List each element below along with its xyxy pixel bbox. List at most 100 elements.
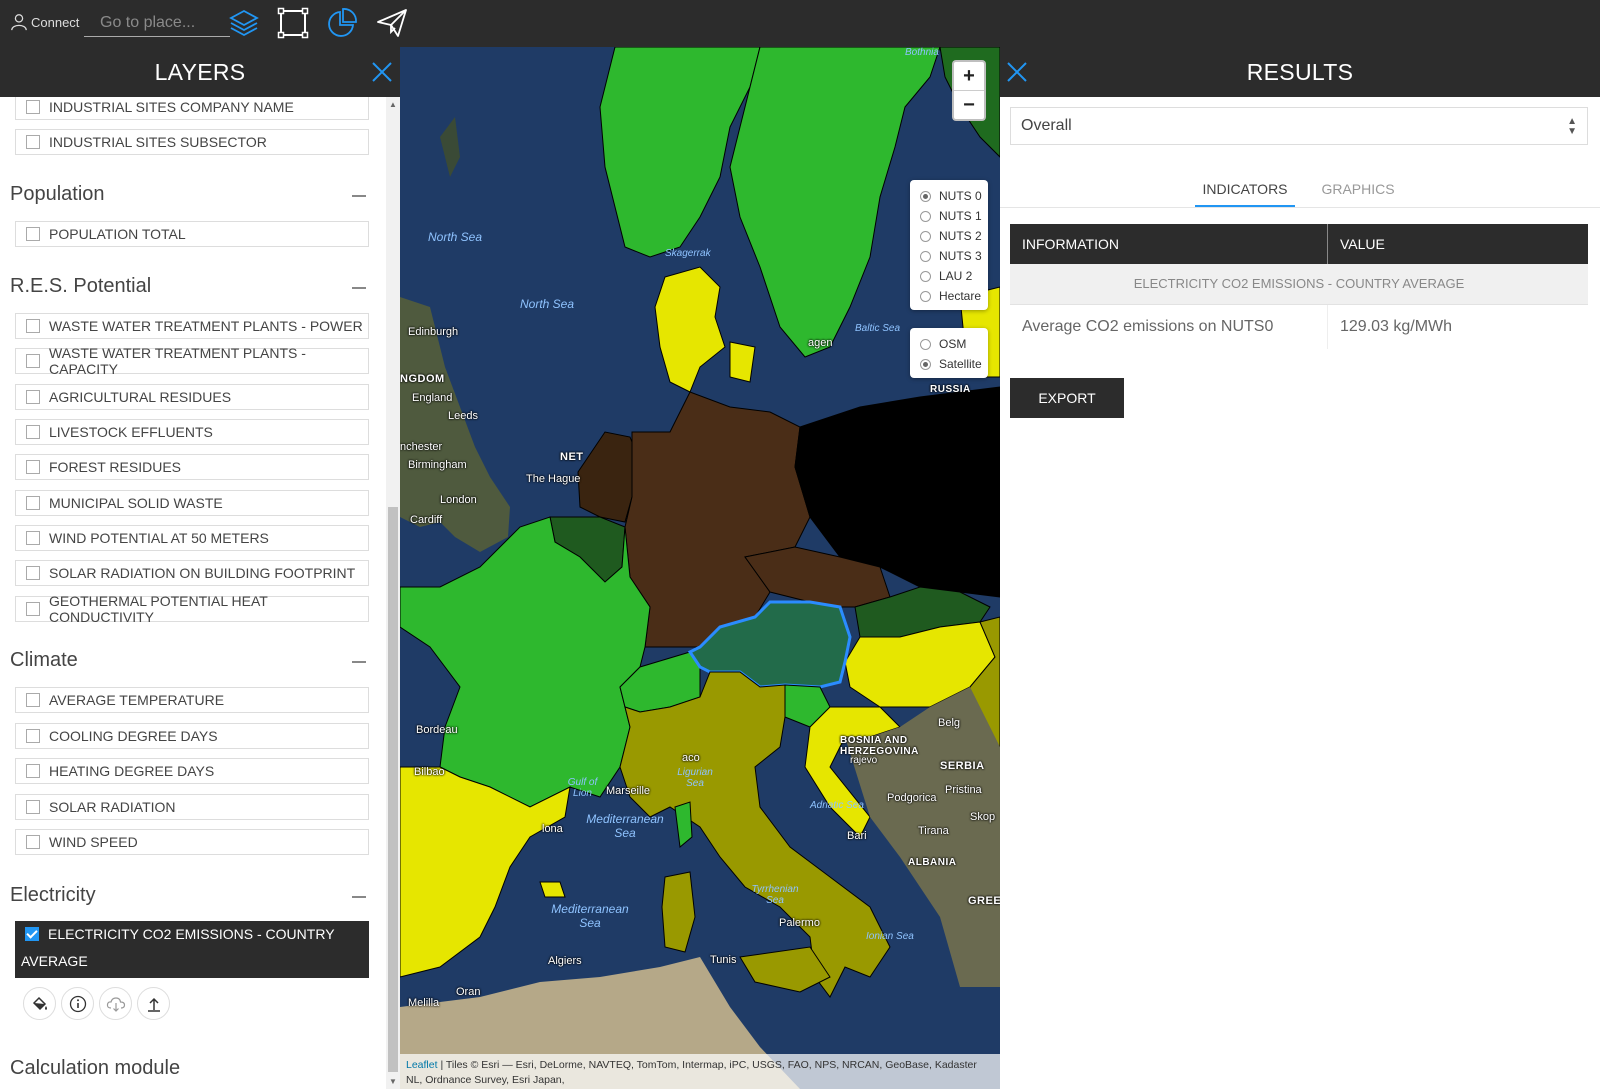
close-icon[interactable] <box>370 60 394 84</box>
level-option-nuts3[interactable]: NUTS 3 <box>910 246 988 266</box>
layer-item[interactable]: LIVESTOCK EFFLUENTS <box>15 419 369 445</box>
connect-label: Connect <box>31 14 80 30</box>
layer-label: AGRICULTURAL RESIDUES <box>49 389 232 405</box>
layer-item[interactable]: GEOTHERMAL POTENTIAL HEAT CONDUCTIVITY <box>15 593 369 625</box>
scroll-down-arrow[interactable]: ▼ <box>389 1077 397 1086</box>
collapse-climate-button[interactable] <box>352 661 366 663</box>
send-icon[interactable] <box>376 7 408 39</box>
map-label: Marseille <box>606 785 651 797</box>
checkbox[interactable] <box>26 800 40 814</box>
layers-scrollbar[interactable]: ▲ ▼ <box>386 97 400 1089</box>
scroll-thumb[interactable] <box>388 507 398 1072</box>
export-button[interactable]: EXPORT <box>1010 378 1124 418</box>
collapse-electricity-button[interactable] <box>352 896 366 898</box>
layer-item[interactable]: SOLAR RADIATION ON BUILDING FOOTPRINT <box>15 560 369 586</box>
layer-item[interactable]: MUNICIPAL SOLID WASTE <box>15 490 369 516</box>
level-option-lau2[interactable]: LAU 2 <box>910 266 988 286</box>
checkbox[interactable] <box>26 135 40 149</box>
section-title-electricity: Electricity <box>10 884 96 906</box>
radio-button[interactable] <box>920 230 931 242</box>
tab-graphics[interactable]: GRAPHICS <box>1308 177 1408 207</box>
column-header-value: VALUE <box>1340 236 1385 252</box>
checkbox[interactable] <box>26 566 40 580</box>
radio-button[interactable] <box>920 358 931 370</box>
level-option-nuts1[interactable]: NUTS 1 <box>910 206 988 226</box>
layer-item[interactable]: HEATING DEGREE DAYS <box>15 758 369 784</box>
section-title-climate: Climate <box>10 649 78 671</box>
checkbox[interactable] <box>26 354 40 368</box>
level-label: Hectare <box>939 289 982 303</box>
layer-item[interactable]: INDUSTRIAL SITES SUBSECTOR <box>15 129 369 155</box>
selection-rectangle-icon[interactable] <box>277 7 309 39</box>
place-search-input[interactable] <box>84 10 230 37</box>
map-label: NET <box>560 451 584 463</box>
checkbox[interactable] <box>26 100 40 114</box>
table-header-row: INFORMATION VALUE <box>1010 224 1588 264</box>
user-icon <box>11 14 27 31</box>
radio-button[interactable] <box>920 190 931 202</box>
map-label: RUSSIA <box>930 384 971 395</box>
collapse-res-button[interactable] <box>352 287 366 289</box>
radio-button[interactable] <box>920 270 931 282</box>
layer-info-button[interactable] <box>61 987 94 1020</box>
leaflet-link[interactable]: Leaflet <box>406 1059 438 1071</box>
connect-button[interactable]: Connect <box>10 13 79 31</box>
layer-item[interactable]: WIND SPEED <box>15 829 369 855</box>
table-cell-value: 129.03 kg/MWh <box>1340 318 1453 335</box>
checkbox[interactable] <box>26 496 40 510</box>
basemap-selector: OSM Satellite <box>910 328 988 378</box>
layer-item[interactable]: AGRICULTURAL RESIDUES <box>15 384 369 410</box>
layer-item[interactable]: POPULATION TOTAL <box>15 221 369 247</box>
active-layer-electricity-co2[interactable]: ELECTRICITY CO2 EMISSIONS - COUNTRY AVER… <box>15 921 369 978</box>
map-view[interactable]: Bothnia North Sea North Sea Skagerrak Ba… <box>400 47 1000 1089</box>
checkbox[interactable] <box>26 227 40 241</box>
map-label: BOSNIA AND HERZEGOVINA <box>840 735 919 757</box>
radio-button[interactable] <box>920 250 931 262</box>
layer-item[interactable]: FOREST RESIDUES <box>15 454 369 480</box>
checkbox[interactable] <box>26 693 40 707</box>
layer-label: LIVESTOCK EFFLUENTS <box>49 424 213 440</box>
info-icon <box>69 995 86 1012</box>
layer-item[interactable]: WASTE WATER TREATMENT PLANTS - POWER <box>15 313 369 339</box>
layer-upload-button[interactable] <box>137 987 170 1020</box>
layer-item[interactable]: INDUSTRIAL SITES COMPANY NAME <box>15 97 369 120</box>
layer-label: COOLING DEGREE DAYS <box>49 728 218 744</box>
layer-style-button[interactable] <box>23 987 56 1020</box>
radio-button[interactable] <box>920 290 931 302</box>
basemap-option-satellite[interactable]: Satellite <box>910 354 988 374</box>
layer-download-button[interactable] <box>99 987 132 1020</box>
checkbox[interactable] <box>26 764 40 778</box>
level-option-nuts2[interactable]: NUTS 2 <box>910 226 988 246</box>
layer-item[interactable]: WASTE WATER TREATMENT PLANTS - CAPACITY <box>15 345 369 377</box>
checkbox[interactable] <box>26 835 40 849</box>
zoom-in-button[interactable]: + <box>954 62 984 90</box>
map-label: Bothnia <box>905 47 939 58</box>
map-label: Tirana <box>918 825 949 837</box>
layers-icon[interactable] <box>228 7 260 39</box>
layer-item[interactable]: AVERAGE TEMPERATURE <box>15 687 369 713</box>
layer-item[interactable]: WIND POTENTIAL AT 50 METERS <box>15 525 369 551</box>
basemap-option-osm[interactable]: OSM <box>910 334 988 354</box>
scope-select[interactable]: Overall ▲ ▼ <box>1010 107 1588 145</box>
checkbox[interactable] <box>26 390 40 404</box>
close-icon[interactable] <box>1005 60 1029 84</box>
pie-chart-icon[interactable] <box>326 7 358 39</box>
radio-button[interactable] <box>920 210 931 222</box>
layer-item[interactable]: SOLAR RADIATION <box>15 794 369 820</box>
checkbox[interactable] <box>26 319 40 333</box>
checkbox-checked[interactable] <box>25 927 39 941</box>
checkbox[interactable] <box>26 729 40 743</box>
level-option-nuts0[interactable]: NUTS 0 <box>910 186 988 206</box>
tab-indicators[interactable]: INDICATORS <box>1195 177 1295 207</box>
scroll-up-arrow[interactable]: ▲ <box>389 100 397 109</box>
level-option-hectare[interactable]: Hectare <box>910 286 988 306</box>
checkbox[interactable] <box>26 602 40 616</box>
collapse-population-button[interactable] <box>352 195 366 197</box>
radio-button[interactable] <box>920 338 931 350</box>
layer-item[interactable]: COOLING DEGREE DAYS <box>15 723 369 749</box>
checkbox[interactable] <box>26 425 40 439</box>
zoom-out-button[interactable]: − <box>954 90 984 119</box>
checkbox[interactable] <box>26 460 40 474</box>
checkbox[interactable] <box>26 531 40 545</box>
results-panel-header: RESULTS <box>1000 47 1600 97</box>
